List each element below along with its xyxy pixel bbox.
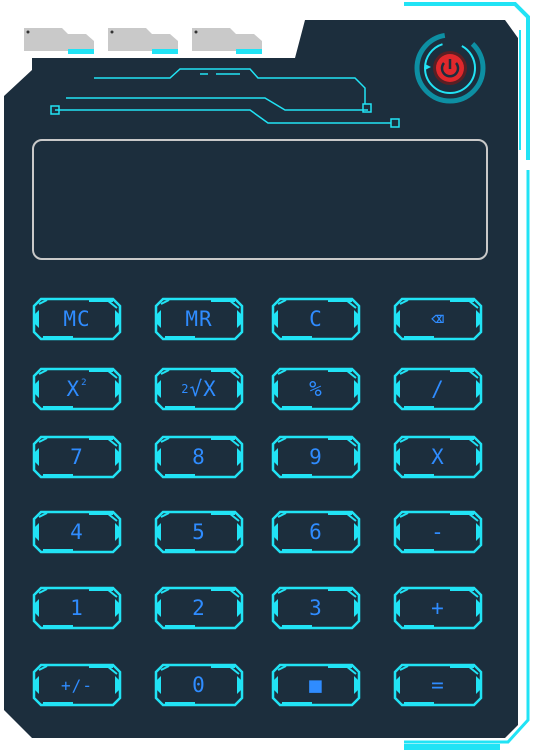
key-decimal[interactable]: ■ (270, 662, 362, 708)
key-label-6: 6 (309, 520, 323, 544)
key-0[interactable]: 0 (153, 662, 245, 708)
key-label-1: 1 (70, 596, 84, 620)
key-backspace[interactable]: ⌫ (392, 296, 484, 342)
key-label-clear: C (309, 307, 323, 331)
key-4[interactable]: 4 (31, 509, 123, 555)
base-label: X (66, 377, 81, 401)
key-label-equals: = (431, 673, 445, 697)
key-label-square: X2 (31, 366, 123, 412)
power-button[interactable] (412, 30, 488, 106)
key-label-mr: MR (185, 307, 213, 331)
key-6[interactable]: 6 (270, 509, 362, 555)
key-8[interactable]: 8 (153, 434, 245, 480)
key-label-square-root: 2 √X (153, 366, 245, 412)
top-tab-1 (24, 28, 94, 54)
key-2[interactable]: 2 (153, 585, 245, 631)
key-1[interactable]: 1 (31, 585, 123, 631)
key-label-mc: MC (63, 307, 91, 331)
backspace-icon: ⌫ (431, 307, 445, 331)
key-label-0: 0 (192, 673, 206, 697)
key-square[interactable]: X2 (31, 366, 123, 412)
key-equals[interactable]: = (392, 662, 484, 708)
key-percent[interactable]: % (270, 366, 362, 412)
key-sign-toggle[interactable]: +/- (31, 662, 123, 708)
display-screen (32, 139, 488, 260)
key-mr[interactable]: MR (153, 296, 245, 342)
key-label-4: 4 (70, 520, 84, 544)
power-icon (414, 32, 486, 104)
key-label-divide: / (431, 377, 445, 401)
key-3[interactable]: 3 (270, 585, 362, 631)
root-index: 2 (181, 382, 190, 396)
key-square-root[interactable]: 2 √X (153, 366, 245, 412)
key-mc[interactable]: MC (31, 296, 123, 342)
key-label-minus: - (431, 520, 445, 544)
key-7[interactable]: 7 (31, 434, 123, 480)
key-multiply[interactable]: X (392, 434, 484, 480)
top-tab-2 (108, 28, 178, 54)
key-label-7: 7 (70, 445, 84, 469)
top-tab-3 (192, 28, 262, 54)
root-label: √X (189, 377, 217, 401)
key-label-8: 8 (192, 445, 206, 469)
key-label-decimal: ■ (309, 673, 323, 697)
key-5[interactable]: 5 (153, 509, 245, 555)
key-label-percent: % (309, 377, 323, 401)
key-plus[interactable]: + (392, 585, 484, 631)
calculator: MC MR C ⌫ X2 2 √X % / 7 8 9 X 4 5 6 - 1 … (0, 0, 533, 755)
key-divide[interactable]: / (392, 366, 484, 412)
key-label-9: 9 (309, 445, 323, 469)
key-label-2: 2 (192, 596, 206, 620)
exponent: 2 (81, 378, 88, 388)
key-label-multiply: X (431, 445, 445, 469)
key-label-5: 5 (192, 520, 206, 544)
key-9[interactable]: 9 (270, 434, 362, 480)
key-label-sign-toggle: +/- (61, 675, 93, 695)
key-label-plus: + (431, 596, 445, 620)
key-minus[interactable]: - (392, 509, 484, 555)
key-clear[interactable]: C (270, 296, 362, 342)
key-label-3: 3 (309, 596, 323, 620)
